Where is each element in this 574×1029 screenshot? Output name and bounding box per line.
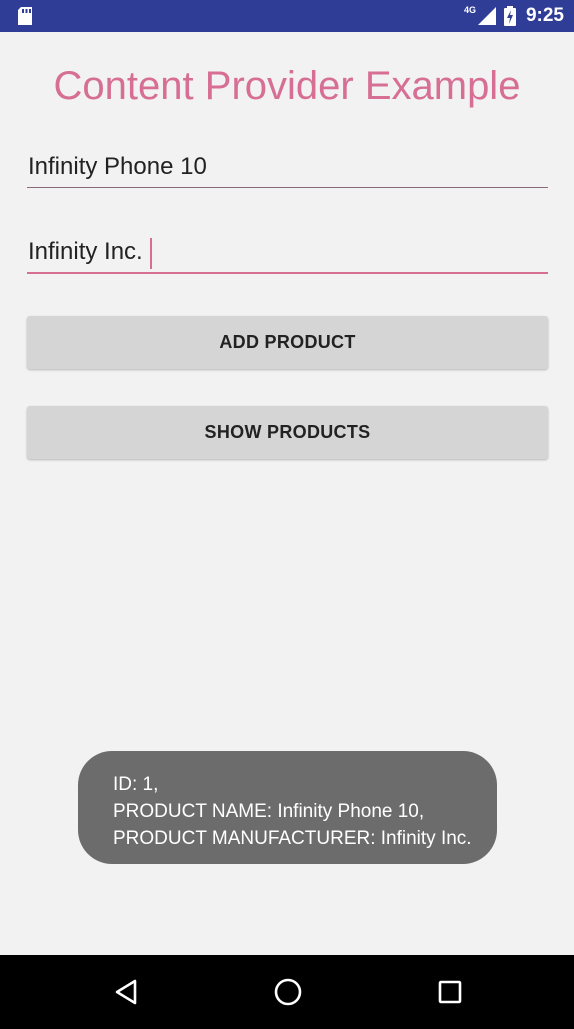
toast-line-manufacturer: PRODUCT MANUFACTURER: Infinity Inc. (113, 828, 472, 849)
toast-line-id: ID: 1, (113, 774, 159, 795)
status-time: 9:25 (525, 5, 564, 26)
back-triangle-icon (115, 979, 137, 1005)
sd-card-icon (18, 7, 32, 25)
home-button[interactable] (248, 955, 328, 1029)
manufacturer-input[interactable] (27, 238, 548, 274)
network-type-label: 4G (463, 5, 476, 15)
product-name-input[interactable] (27, 153, 548, 188)
battery-charging-icon (503, 6, 516, 26)
status-icons: 4G 9:25 (464, 0, 564, 32)
signal-icon (477, 7, 496, 25)
add-product-button[interactable]: ADD PRODUCT (27, 316, 548, 369)
navigation-bar (0, 955, 574, 1029)
recents-square-icon (438, 980, 462, 1004)
show-products-button[interactable]: SHOW PRODUCTS (27, 406, 548, 459)
status-bar: 4G 9:25 (0, 0, 574, 32)
home-circle-icon (274, 978, 302, 1006)
text-cursor (150, 238, 152, 269)
back-button[interactable] (86, 955, 166, 1029)
toast-line-product-name: PRODUCT NAME: Infinity Phone 10, (113, 801, 425, 822)
toast-message: ID: 1, PRODUCT NAME: Infinity Phone 10, … (78, 751, 497, 864)
page-title: Content Provider Example (53, 64, 521, 108)
recents-button[interactable] (410, 955, 490, 1029)
